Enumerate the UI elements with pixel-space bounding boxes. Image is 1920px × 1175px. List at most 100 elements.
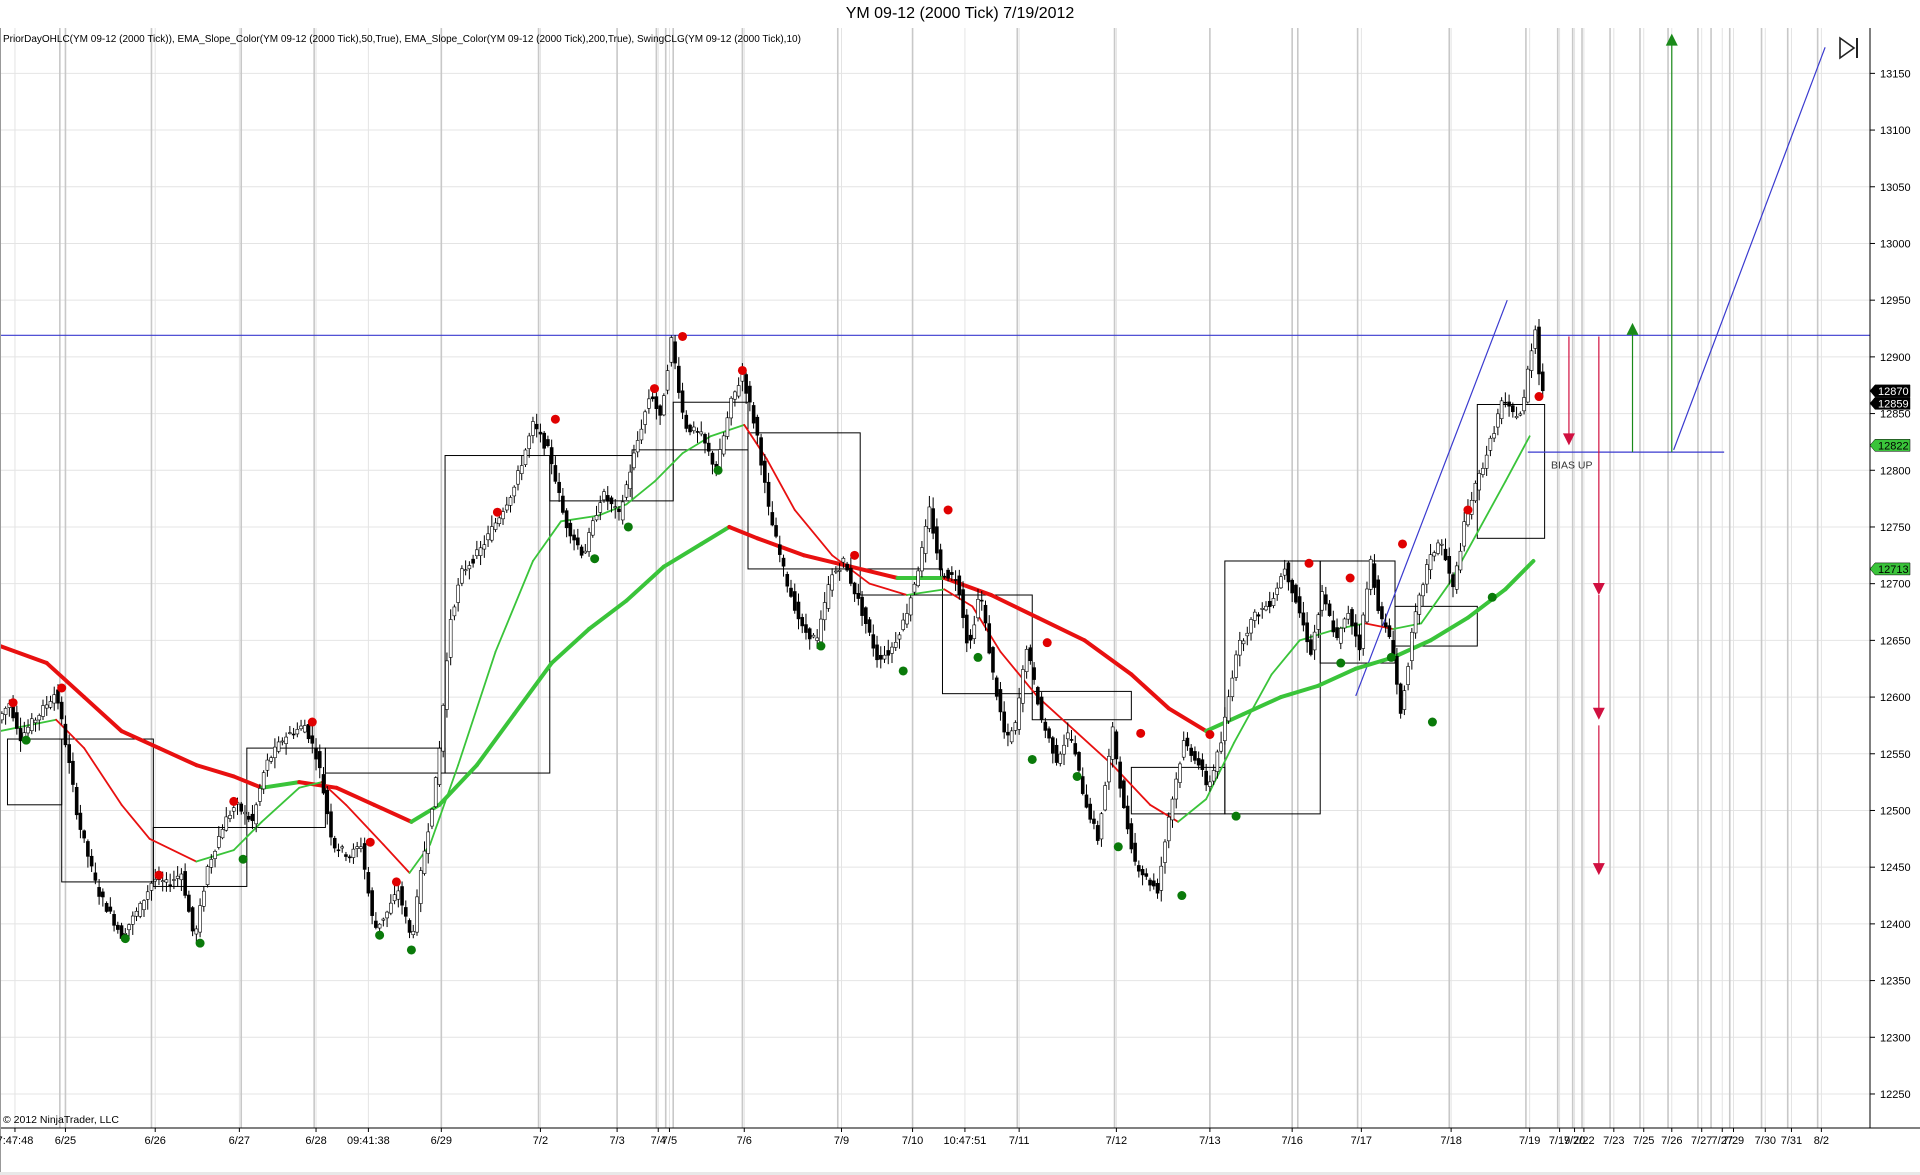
bar-body (1357, 634, 1362, 651)
bar-body (1095, 825, 1100, 841)
bar-body (516, 470, 520, 485)
bar-body (1036, 687, 1040, 705)
bar-body (800, 617, 805, 627)
y-tick-label: 12650 (1880, 635, 1911, 647)
swing-high-dot (492, 507, 502, 517)
bar-body (680, 390, 685, 413)
bar-body (258, 788, 262, 802)
bar-body (950, 572, 954, 575)
bar-body (665, 370, 670, 391)
bar-body (400, 886, 404, 906)
bar-body (1238, 640, 1242, 656)
bar-body (553, 465, 558, 482)
bar-body (1496, 413, 1500, 428)
bar-body (710, 452, 715, 465)
bar-body (561, 495, 565, 513)
bar-body (856, 592, 861, 599)
bar-body (935, 526, 939, 554)
bar-body (306, 724, 311, 740)
bar-body (26, 726, 30, 734)
bar-body (1219, 742, 1223, 752)
bar-body (108, 906, 113, 912)
bar-body (1320, 591, 1324, 611)
bar-body (1271, 598, 1276, 606)
bar-body (396, 890, 401, 900)
bar-body (733, 391, 737, 400)
bar-body (1417, 594, 1422, 615)
bar-body (86, 841, 90, 857)
bar-body (688, 424, 692, 433)
bar-body (1080, 776, 1085, 794)
swing-high-dot (8, 698, 18, 708)
bar-body (3, 708, 8, 715)
bar-body (1454, 565, 1459, 590)
bar-body (284, 736, 288, 744)
bar-body (1166, 816, 1171, 842)
bar-body (1256, 614, 1261, 617)
bar-body (1264, 605, 1268, 611)
bar-body (893, 641, 898, 648)
bar-body (1009, 730, 1014, 743)
swing-high-dot (1463, 505, 1473, 515)
bar-body (1537, 326, 1541, 375)
bar-body (291, 733, 296, 736)
x-tick-label: 7/27 (1691, 1135, 1712, 1147)
bar-body (1170, 798, 1175, 821)
bar-body (329, 811, 333, 838)
bar-body (1163, 841, 1167, 863)
bar-body (632, 452, 636, 469)
bar-body (475, 549, 479, 557)
bar-body (1477, 473, 1481, 491)
bar-body (695, 431, 700, 433)
bar-body (1492, 433, 1496, 439)
bar-body (837, 569, 842, 572)
bar-body (684, 414, 689, 429)
bar-body (1133, 842, 1137, 862)
x-tick-label: 09:41:38 (347, 1135, 390, 1147)
bar-body (1114, 731, 1119, 760)
bar-body (209, 859, 214, 868)
bar-body (1305, 622, 1309, 643)
bar-body (1425, 564, 1429, 585)
bar-body (923, 526, 928, 554)
bar-body (336, 849, 341, 852)
bar-body (1118, 761, 1122, 789)
bar-body (250, 813, 255, 822)
bar-body (265, 759, 270, 771)
bar-body (594, 515, 599, 521)
bar-body (1428, 554, 1433, 571)
bar-body (1125, 805, 1130, 830)
y-tick-label: 12950 (1880, 295, 1911, 307)
price-chart[interactable]: 12250 12300 12350 12400 12450 12500 12550 12600… (0, 28, 1920, 1172)
bar-body (774, 525, 778, 537)
bar-body (658, 405, 662, 416)
x-tick-label: 7/25 (1633, 1135, 1654, 1147)
bar-body (957, 575, 962, 596)
y-tick-label: 12500 (1880, 805, 1911, 817)
bar-body (905, 613, 909, 625)
bar-body (216, 836, 221, 848)
x-tick-label: 7/11 (1009, 1135, 1030, 1147)
x-tick-label: 7/30 (1755, 1135, 1776, 1147)
bar-body (1436, 542, 1440, 554)
bar-body (1032, 667, 1036, 680)
bar-body (961, 589, 965, 618)
bar-body (1290, 579, 1294, 594)
swing-low-dot (623, 522, 633, 532)
bar-body (497, 517, 502, 525)
swing-low-dot (1336, 658, 1346, 668)
bar-body (1084, 794, 1089, 808)
bar-body (231, 807, 236, 812)
x-tick-label: 7/10 (902, 1135, 923, 1147)
x-tick-label: 7/13 (1199, 1135, 1220, 1147)
bar-body (104, 903, 109, 912)
swing-high-dot (1534, 392, 1544, 402)
bar-body (1372, 563, 1377, 588)
bar-body (295, 729, 300, 735)
bar-body (1017, 697, 1021, 730)
bar-body (994, 677, 999, 697)
bar-body (160, 880, 165, 883)
bar-body (1514, 416, 1519, 419)
bar-body (381, 918, 386, 921)
bar-body (269, 757, 273, 762)
